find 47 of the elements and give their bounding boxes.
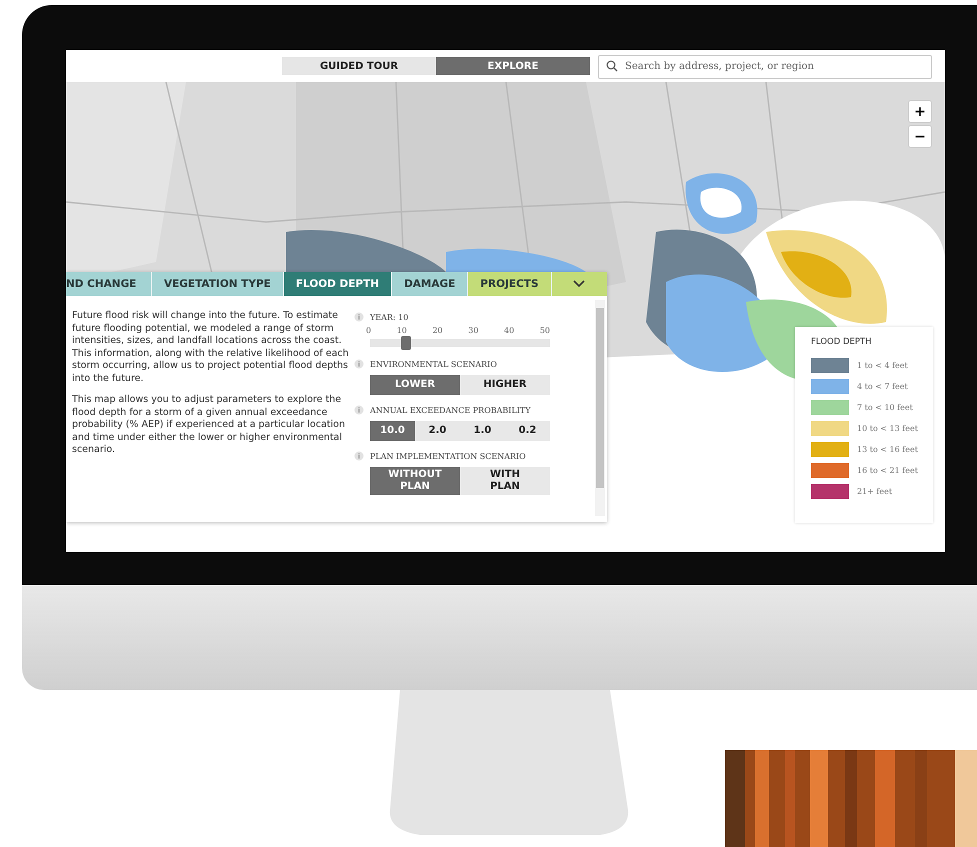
option-button[interactable]: 2.0 bbox=[415, 421, 460, 441]
control-label: YEAR: 10 bbox=[370, 312, 408, 322]
tick-label: 50 bbox=[540, 326, 550, 335]
layer-tab[interactable]: ND CHANGE bbox=[66, 272, 152, 296]
option-button[interactable]: 0.2 bbox=[505, 421, 550, 441]
tick-label: 0 bbox=[366, 326, 372, 335]
tick-label: 40 bbox=[504, 326, 514, 335]
option-button[interactable]: HIGHER bbox=[460, 375, 550, 395]
legend-label: 7 to < 10 feet bbox=[857, 403, 913, 412]
legend-label: 4 to < 7 feet bbox=[857, 382, 908, 391]
info-icon bbox=[354, 405, 364, 415]
tick-label: 10 bbox=[396, 326, 407, 335]
layer-tab[interactable]: VEGETATION TYPE bbox=[152, 272, 284, 296]
option-button[interactable]: LOWER bbox=[370, 375, 460, 395]
legend-label: 1 to < 4 feet bbox=[857, 361, 908, 370]
layer-tab[interactable]: PROJECTS bbox=[468, 272, 552, 296]
option-button[interactable]: 10.0 bbox=[370, 421, 415, 441]
search-field[interactable]: Search by address, project, or region bbox=[598, 54, 932, 78]
legend-label: 21+ feet bbox=[857, 487, 892, 496]
option-button[interactable]: 1.0 bbox=[460, 421, 505, 441]
chevron-icon bbox=[573, 280, 586, 288]
slider-thumb[interactable] bbox=[401, 336, 411, 350]
search-icon bbox=[606, 60, 618, 72]
info-icon bbox=[354, 359, 364, 369]
tick-label: 20 bbox=[432, 326, 443, 335]
zoom-button[interactable]: + bbox=[908, 100, 932, 123]
year-slider[interactable] bbox=[370, 339, 550, 347]
zoom-button[interactable]: − bbox=[908, 125, 932, 148]
option-button[interactable]: WITH PLAN bbox=[460, 467, 550, 495]
control-label: ANNUAL EXCEEDANCE PROBABILITY bbox=[370, 406, 531, 414]
info-icon bbox=[354, 312, 364, 322]
scrollbar[interactable] bbox=[595, 300, 605, 516]
layer-tab[interactable]: DAMAGE bbox=[392, 272, 468, 296]
tick-label: 30 bbox=[468, 326, 478, 335]
legend-label: 16 to < 21 feet bbox=[857, 466, 918, 475]
legend-title: FLOOD DEPTH bbox=[811, 337, 873, 347]
legend-label: 13 to < 16 feet bbox=[857, 445, 918, 454]
option-button[interactable]: WITHOUT PLAN bbox=[370, 467, 460, 495]
control-label: ENVIRONMENTAL SCENARIO bbox=[370, 360, 497, 368]
mode-tab[interactable]: EXPLORE bbox=[436, 57, 590, 75]
control-label: PLAN IMPLEMENTATION SCENARIO bbox=[370, 452, 526, 460]
legend-label: 10 to < 13 feet bbox=[857, 424, 918, 433]
info-icon bbox=[354, 451, 364, 461]
mode-tab[interactable]: GUIDED TOUR bbox=[282, 57, 436, 75]
description-text: This map allows you to adjust parameters to explore the flood depth for a storm of a given annual exceedance probability (% AEP) if experienced at a particular location and time under either the lower or higher environmental scenario. bbox=[72, 394, 346, 456]
layer-tab[interactable]: FLOOD DEPTH bbox=[284, 272, 392, 296]
description-text: Future flood risk will change into the future. To estimate future flooding potential, we modeled a range of storm intensities, sizes, and landfall locations across the coast. This information, along with the relative likelihood of each storm occurring, allow us to project potential flood depths into the future. bbox=[72, 310, 350, 385]
